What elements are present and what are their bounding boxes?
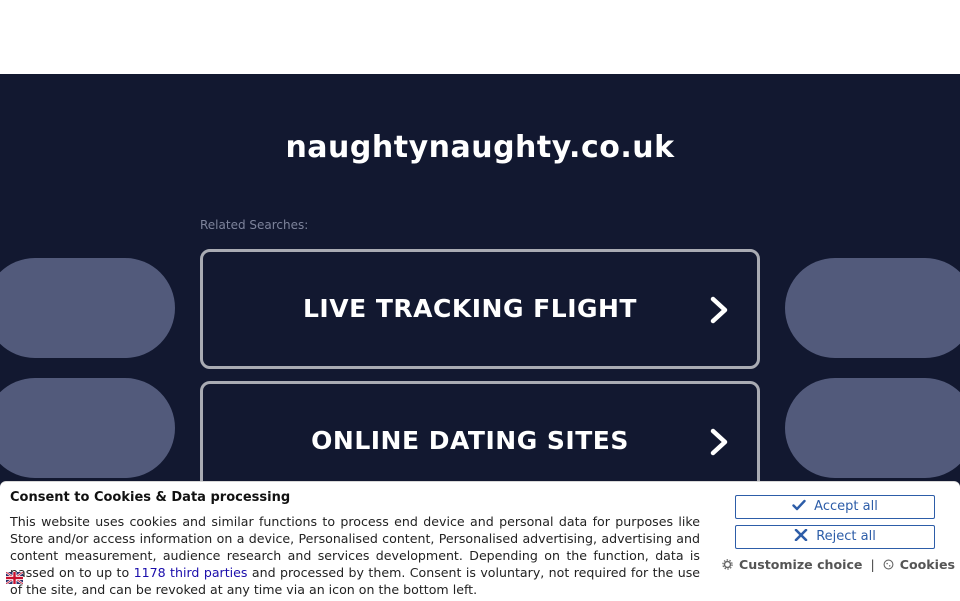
cookies-label: Cookies bbox=[899, 557, 956, 572]
related-search-label: LIVE TRACKING FLIGHT bbox=[303, 294, 637, 323]
decorative-pill-right-1 bbox=[785, 258, 960, 358]
consent-description: This website uses cookies and similar fu… bbox=[10, 513, 700, 598]
related-search-link-live-tracking-flight[interactable]: LIVE TRACKING FLIGHT bbox=[200, 249, 760, 369]
customize-choice-link[interactable]: Customize choice bbox=[722, 557, 862, 572]
accept-all-button[interactable]: Accept all bbox=[735, 495, 935, 519]
top-blank-strip bbox=[0, 0, 960, 74]
customize-choice-label: Customize choice bbox=[739, 557, 863, 572]
consent-secondary-links: Customize choice | Cookies bbox=[722, 557, 955, 572]
decorative-pill-left-2 bbox=[0, 378, 175, 478]
accept-all-label: Accept all bbox=[814, 499, 878, 514]
reject-all-label: Reject all bbox=[816, 529, 876, 544]
cookie-icon bbox=[883, 559, 894, 570]
cookies-link[interactable]: Cookies bbox=[883, 557, 955, 572]
links-separator: | bbox=[870, 557, 875, 572]
chevron-right-icon bbox=[710, 428, 728, 456]
checkmark-icon bbox=[792, 499, 806, 511]
consent-title: Consent to Cookies & Data processing bbox=[10, 490, 291, 505]
decorative-pill-right-2 bbox=[785, 378, 960, 478]
decorative-pill-left-1 bbox=[0, 258, 175, 358]
language-flag-icon[interactable] bbox=[6, 572, 23, 584]
gear-icon bbox=[722, 559, 733, 570]
chevron-right-icon bbox=[710, 296, 728, 324]
related-searches-label: Related Searches: bbox=[200, 218, 309, 232]
third-parties-link[interactable]: 1178 third parties bbox=[134, 565, 248, 580]
cookie-consent-banner: Consent to Cookies & Data processing Thi… bbox=[0, 481, 960, 601]
page-title: naughtynaughty.co.uk bbox=[285, 130, 675, 165]
close-icon bbox=[794, 529, 808, 541]
reject-all-button[interactable]: Reject all bbox=[735, 525, 935, 549]
